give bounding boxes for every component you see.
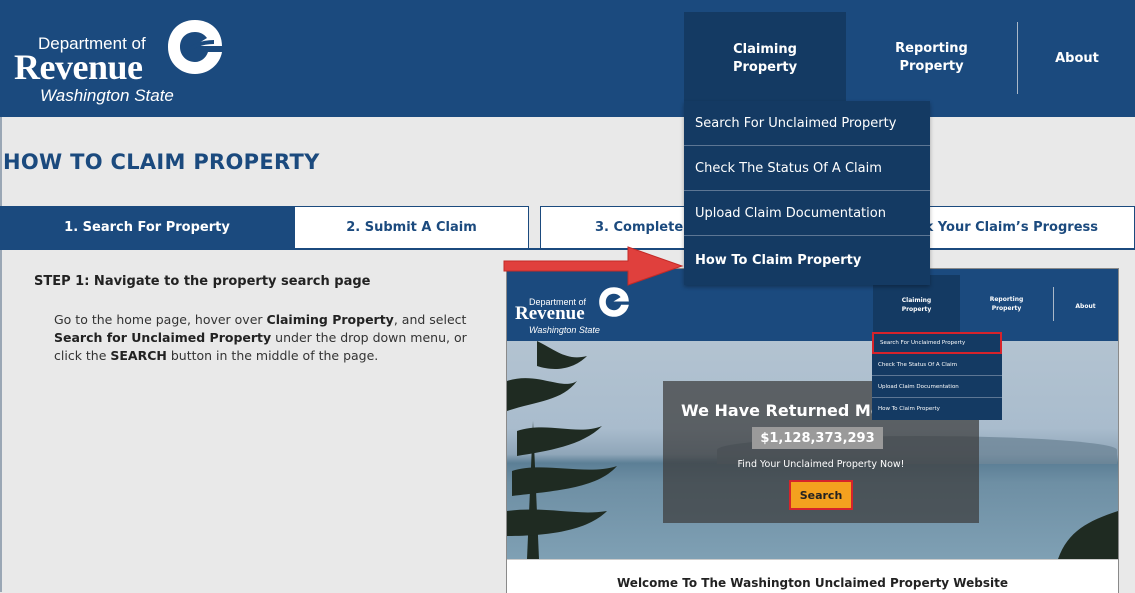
site-header: Department of Revenue Washington State C… (0, 0, 1135, 117)
tab-submit-a-claim[interactable]: 2. Submit A Claim (294, 206, 529, 249)
hero-subline: Find Your Unclaimed Property Now! (737, 459, 905, 470)
tab-search-for-property[interactable]: 1. Search For Property (0, 206, 294, 249)
logo-line-2: Revenue (14, 47, 143, 87)
embedded-nav-claiming-label: Claiming Property (901, 297, 932, 313)
embedded-dropdown: Search For Unclaimed Property Check The … (872, 332, 1002, 420)
dropdown-item-how-to-claim[interactable]: How To Claim Property (684, 236, 930, 285)
nav-claiming-property[interactable]: Claiming Property (684, 12, 846, 105)
embedded-dropdown-item-search: Search For Unclaimed Property (872, 332, 1002, 354)
embedded-footer-text: Welcome To The Washington Unclaimed Prop… (617, 576, 1008, 590)
embedded-dropdown-item-check-status: Check The Status Of A Claim (872, 354, 1002, 376)
embedded-dropdown-item-how-to-claim: How To Claim Property (878, 406, 940, 412)
embedded-footer: Welcome To The Washington Unclaimed Prop… (507, 559, 1118, 593)
nav-about[interactable]: About (1019, 12, 1135, 105)
step-bold-1: Claiming Property (266, 312, 394, 327)
dor-logo[interactable]: Department of Revenue Washington State (12, 16, 242, 106)
dropdown-item-check-status[interactable]: Check The Status Of A Claim (684, 146, 930, 191)
red-arrow-icon (503, 246, 684, 286)
hero-headline: We Have Returned Mo (681, 401, 882, 420)
nav-reporting-label: Reporting Property (895, 41, 968, 74)
embedded-dropdown-item-upload: Upload Claim Documentation (872, 376, 1002, 398)
logo-swirl-icon (168, 20, 222, 74)
dropdown-item-upload[interactable]: Upload Claim Documentation (684, 191, 930, 236)
embedded-nav-about: About (1053, 279, 1118, 334)
step-title: STEP 1: Navigate to the property search … (34, 274, 371, 289)
nav-reporting-property[interactable]: Reporting Property (846, 22, 1018, 94)
step-instructions: Go to the home page, hover over Claiming… (54, 311, 474, 365)
embedded-hero-photo: We Have Returned Mo $1,128,373,293 Find … (507, 341, 1118, 559)
step-bold-2: Search for Unclaimed Property (54, 330, 272, 345)
hero-tree-right-icon (1058, 511, 1118, 559)
hero-amount: $1,128,373,293 (752, 427, 883, 449)
hero-tree-icon (507, 341, 617, 559)
step-text-1: Go to the home page, hover over (54, 312, 267, 327)
step-text-4: button in the middle of the page. (166, 348, 379, 363)
embedded-logo-line-3: Washington State (529, 325, 600, 335)
embedded-logo-swirl-icon (599, 287, 629, 317)
page-title: HOW TO CLAIM PROPERTY (3, 150, 320, 174)
nav-about-label: About (1055, 50, 1099, 66)
nav-claiming-label: Claiming Property (732, 41, 798, 75)
embedded-logo-line-2: Revenue (515, 303, 585, 324)
embedded-logo: Department of Revenue Washington State (515, 285, 655, 335)
step-text-2: , and select (393, 312, 467, 327)
embedded-screenshot: Department of Revenue Washington State C… (506, 268, 1119, 593)
dropdown-item-search[interactable]: Search For Unclaimed Property (684, 101, 930, 146)
logo-line-3: Washington State (40, 86, 174, 105)
hero-search-button: Search (789, 480, 853, 510)
embedded-nav-reporting: Reporting Property (960, 287, 1054, 321)
embedded-nav-reporting-label: Reporting Property (989, 296, 1024, 312)
claiming-dropdown-menu: Search For Unclaimed Property Check The … (684, 101, 930, 285)
embedded-nav-about-label: About (1075, 303, 1096, 310)
step-bold-3: SEARCH (110, 348, 167, 363)
